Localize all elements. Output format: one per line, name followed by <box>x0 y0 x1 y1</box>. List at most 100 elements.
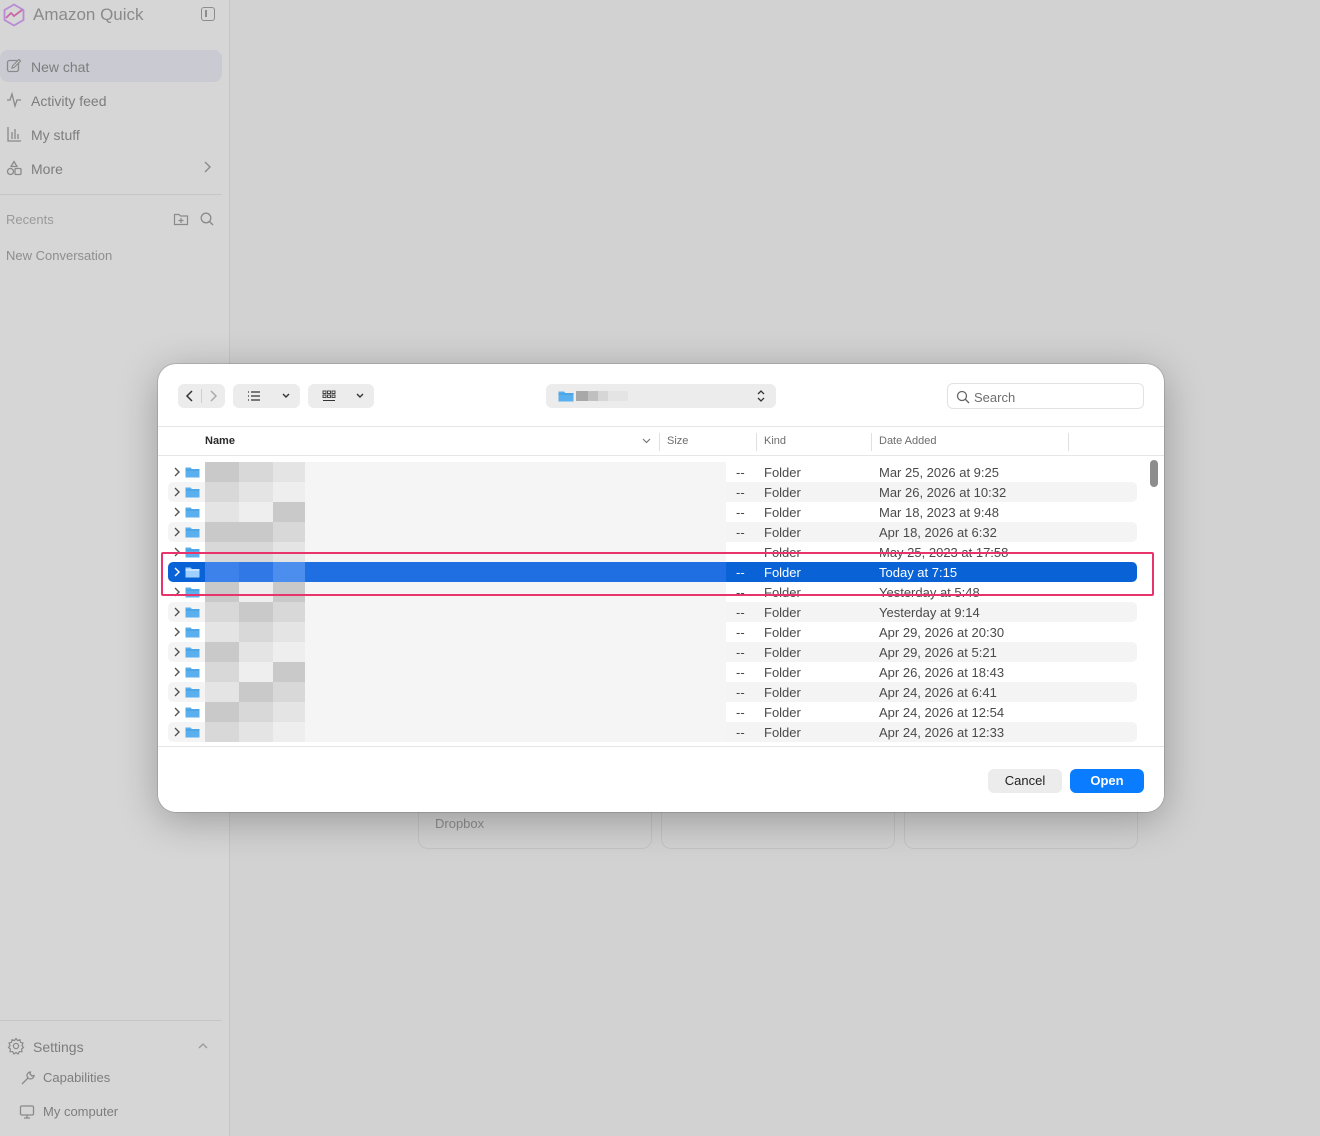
file-row[interactable]: -- Folder Apr 29, 2026 at 20:30 <box>168 622 1137 642</box>
disclosure-chevron-icon[interactable] <box>173 707 181 717</box>
file-size: -- <box>736 525 745 540</box>
redacted-file-name <box>205 622 726 642</box>
new-folder-icon[interactable] <box>173 211 189 227</box>
redacted-file-name <box>205 702 726 722</box>
column-divider[interactable] <box>659 433 660 451</box>
back-arrow-icon[interactable] <box>184 389 196 403</box>
file-date-added: Apr 24, 2026 at 12:54 <box>879 705 1005 720</box>
disclosure-chevron-icon[interactable] <box>173 687 181 697</box>
wrench-icon <box>21 1071 35 1085</box>
disclosure-chevron-icon[interactable] <box>173 507 181 517</box>
bar-chart-icon <box>7 127 21 142</box>
file-date-added: May 25, 2023 at 17:58 <box>879 545 1009 560</box>
nav-label: My stuff <box>31 127 80 143</box>
column-divider[interactable] <box>1068 433 1069 451</box>
disclosure-chevron-icon[interactable] <box>173 647 181 657</box>
search-field[interactable]: Search <box>947 383 1144 409</box>
search-icon <box>956 390 970 404</box>
file-date-added: Mar 25, 2026 at 9:25 <box>879 465 999 480</box>
folder-icon <box>185 687 200 698</box>
list-view-button[interactable] <box>233 384 300 408</box>
folder-icon <box>185 527 200 538</box>
disclosure-chevron-icon[interactable] <box>173 567 181 577</box>
dialog-footer: Cancel Open <box>158 746 1164 812</box>
scrollbar[interactable] <box>1148 457 1160 747</box>
disclosure-chevron-icon[interactable] <box>173 547 181 557</box>
file-row[interactable]: -- Folder Apr 24, 2026 at 12:54 <box>168 702 1137 722</box>
column-kind[interactable]: Kind <box>764 435 786 447</box>
file-row[interactable]: -- Folder May 25, 2023 at 17:58 <box>168 542 1137 562</box>
file-date-added: Apr 26, 2026 at 18:43 <box>879 665 1005 680</box>
redacted-location-name <box>608 391 628 401</box>
nav-activity-feed[interactable]: Activity feed <box>0 84 222 116</box>
up-down-chevron-icon <box>757 390 765 402</box>
disclosure-chevron-icon[interactable] <box>173 527 181 537</box>
search-recents-icon[interactable] <box>199 211 215 227</box>
file-date-added: Apr 24, 2026 at 12:33 <box>879 725 1005 740</box>
grid-view-icon <box>322 390 336 401</box>
file-size: -- <box>736 465 745 480</box>
pencil-square-icon <box>6 58 22 73</box>
file-size: -- <box>736 505 745 520</box>
file-row[interactable]: -- Folder Mar 25, 2026 at 9:25 <box>168 462 1137 482</box>
settings-item[interactable]: Settings <box>0 1034 222 1058</box>
folder-icon <box>185 587 200 598</box>
file-row[interactable]: -- Folder Apr 24, 2026 at 12:33 <box>168 722 1137 742</box>
file-row[interactable]: -- Folder Yesterday at 9:14 <box>168 602 1137 622</box>
file-size: -- <box>736 725 745 740</box>
disclosure-chevron-icon[interactable] <box>173 727 181 737</box>
column-name[interactable]: Name <box>205 435 235 447</box>
disclosure-chevron-icon[interactable] <box>173 627 181 637</box>
file-row[interactable]: -- Folder Yesterday at 5:48 <box>168 582 1137 602</box>
file-row[interactable]: -- Folder Apr 18, 2026 at 6:32 <box>168 522 1137 542</box>
file-kind: Folder <box>764 585 801 600</box>
nav-my-stuff[interactable]: My stuff <box>0 118 222 150</box>
open-button[interactable]: Open <box>1070 769 1144 793</box>
recent-item[interactable]: New Conversation <box>6 248 112 263</box>
chevron-down-icon <box>282 393 290 398</box>
column-size[interactable]: Size <box>667 435 688 447</box>
redacted-file-name <box>205 502 726 522</box>
list-view-icon <box>248 391 260 401</box>
group-view-button[interactable] <box>308 384 374 408</box>
disclosure-chevron-icon[interactable] <box>173 667 181 677</box>
file-row[interactable]: -- Folder Apr 24, 2026 at 6:41 <box>168 682 1137 702</box>
column-date-added[interactable]: Date Added <box>879 435 937 447</box>
collapse-sidebar-icon[interactable] <box>201 7 215 21</box>
my-computer-item[interactable]: My computer <box>0 1100 222 1124</box>
folder-icon <box>185 667 200 678</box>
redacted-file-name <box>205 662 726 682</box>
file-kind: Folder <box>764 545 801 560</box>
file-row[interactable]: -- Folder Apr 26, 2026 at 18:43 <box>168 662 1137 682</box>
connector-card-label: Dropbox <box>435 816 485 831</box>
file-date-added: Mar 18, 2023 at 9:48 <box>879 505 999 520</box>
folder-icon <box>185 647 200 658</box>
disclosure-chevron-icon[interactable] <box>173 587 181 597</box>
file-size: -- <box>736 625 745 640</box>
disclosure-chevron-icon[interactable] <box>173 467 181 477</box>
location-popup[interactable] <box>546 384 776 408</box>
folder-icon <box>185 607 200 618</box>
search-placeholder: Search <box>974 390 1016 405</box>
file-kind: Folder <box>764 645 801 660</box>
scrollbar-thumb[interactable] <box>1150 460 1158 487</box>
nav-new-chat[interactable]: New chat <box>0 50 222 82</box>
file-row[interactable]: -- Folder Mar 18, 2023 at 9:48 <box>168 502 1137 522</box>
file-list: -- Folder Mar 25, 2026 at 9:25 -- Folder Mar … <box>158 457 1164 747</box>
file-row[interactable]: -- Folder Mar 26, 2026 at 10:32 <box>168 482 1137 502</box>
disclosure-chevron-icon[interactable] <box>173 487 181 497</box>
file-kind: Folder <box>764 505 801 520</box>
disclosure-chevron-icon[interactable] <box>173 607 181 617</box>
file-row-selected[interactable]: -- Folder Today at 7:15 <box>168 562 1137 582</box>
nav-more[interactable]: More <box>0 152 222 184</box>
capabilities-item[interactable]: Capabilities <box>0 1066 222 1090</box>
forward-arrow-icon[interactable] <box>207 389 219 403</box>
separator <box>201 389 202 403</box>
file-size: -- <box>736 685 745 700</box>
column-divider[interactable] <box>756 433 757 451</box>
redacted-file-name <box>205 522 726 542</box>
file-row[interactable]: -- Folder Apr 29, 2026 at 5:21 <box>168 642 1137 662</box>
cancel-button[interactable]: Cancel <box>988 769 1062 793</box>
column-divider[interactable] <box>871 433 872 451</box>
redacted-file-name <box>205 462 726 482</box>
